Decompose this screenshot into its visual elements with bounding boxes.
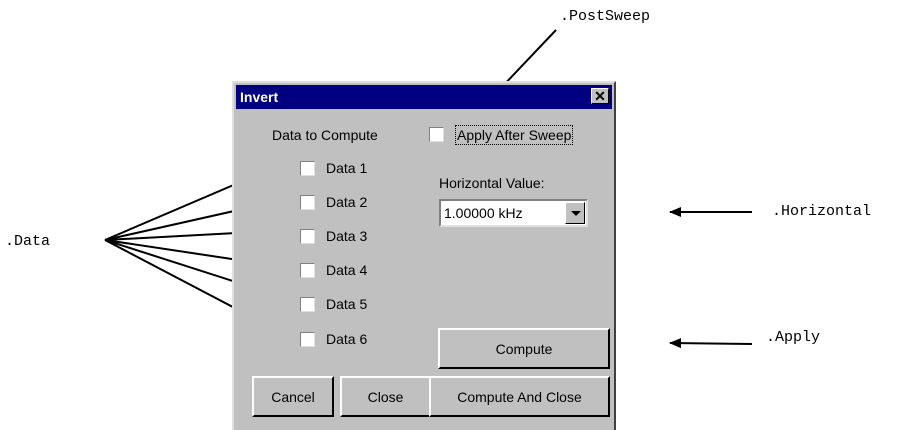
apply-after-sweep-label[interactable]: Apply After Sweep <box>454 125 574 145</box>
horizontal-value-text: 1.00000 kHz <box>444 205 523 221</box>
close-button-label: Close <box>367 388 404 405</box>
apply-annotation: .Apply <box>766 329 821 346</box>
data-5-checkbox[interactable] <box>300 297 315 312</box>
data-2-label: Data 2 <box>326 194 368 210</box>
data-annotation: .Data <box>5 233 51 250</box>
data-3-label: Data 3 <box>326 228 368 244</box>
data-to-compute-label: Data to Compute <box>272 127 378 143</box>
data-6-label: Data 6 <box>326 331 368 347</box>
dialog-title: Invert <box>240 89 279 105</box>
compute-and-close-button-label: Compute And Close <box>457 388 582 405</box>
compute-and-close-button[interactable]: Compute And Close <box>429 376 610 417</box>
data-4-label: Data 4 <box>326 262 368 278</box>
compute-button[interactable]: Compute <box>438 328 610 369</box>
close-icon[interactable]: ✕ <box>591 88 609 104</box>
title-bar[interactable]: Invert ✕ <box>236 85 612 109</box>
data-4-checkbox[interactable] <box>300 263 315 278</box>
apply-arrow <box>669 338 753 349</box>
compute-button-label: Compute <box>495 340 553 357</box>
cancel-button-label: Cancel <box>271 388 315 405</box>
apply-after-sweep-checkbox[interactable] <box>429 127 444 142</box>
horizontal-value-label: Horizontal Value: <box>439 175 545 191</box>
postsweep-annotation: .PostSweep <box>560 8 651 25</box>
horizontal-value-select[interactable]: 1.00000 kHz <box>439 199 588 227</box>
horizontal-annotation: .Horizontal <box>772 203 872 220</box>
data-1-label: Data 1 <box>326 160 368 176</box>
chevron-down-icon[interactable] <box>565 202 585 224</box>
data-5-label: Data 5 <box>326 296 368 312</box>
invert-dialog: Invert ✕ Data to Compute Apply After Swe… <box>232 81 616 430</box>
data-2-checkbox[interactable] <box>300 195 315 210</box>
cancel-button[interactable]: Cancel <box>252 376 334 417</box>
close-button[interactable]: Close <box>340 376 431 417</box>
data-1-checkbox[interactable] <box>300 161 315 176</box>
data-3-checkbox[interactable] <box>300 229 315 244</box>
data-6-checkbox[interactable] <box>300 332 315 347</box>
